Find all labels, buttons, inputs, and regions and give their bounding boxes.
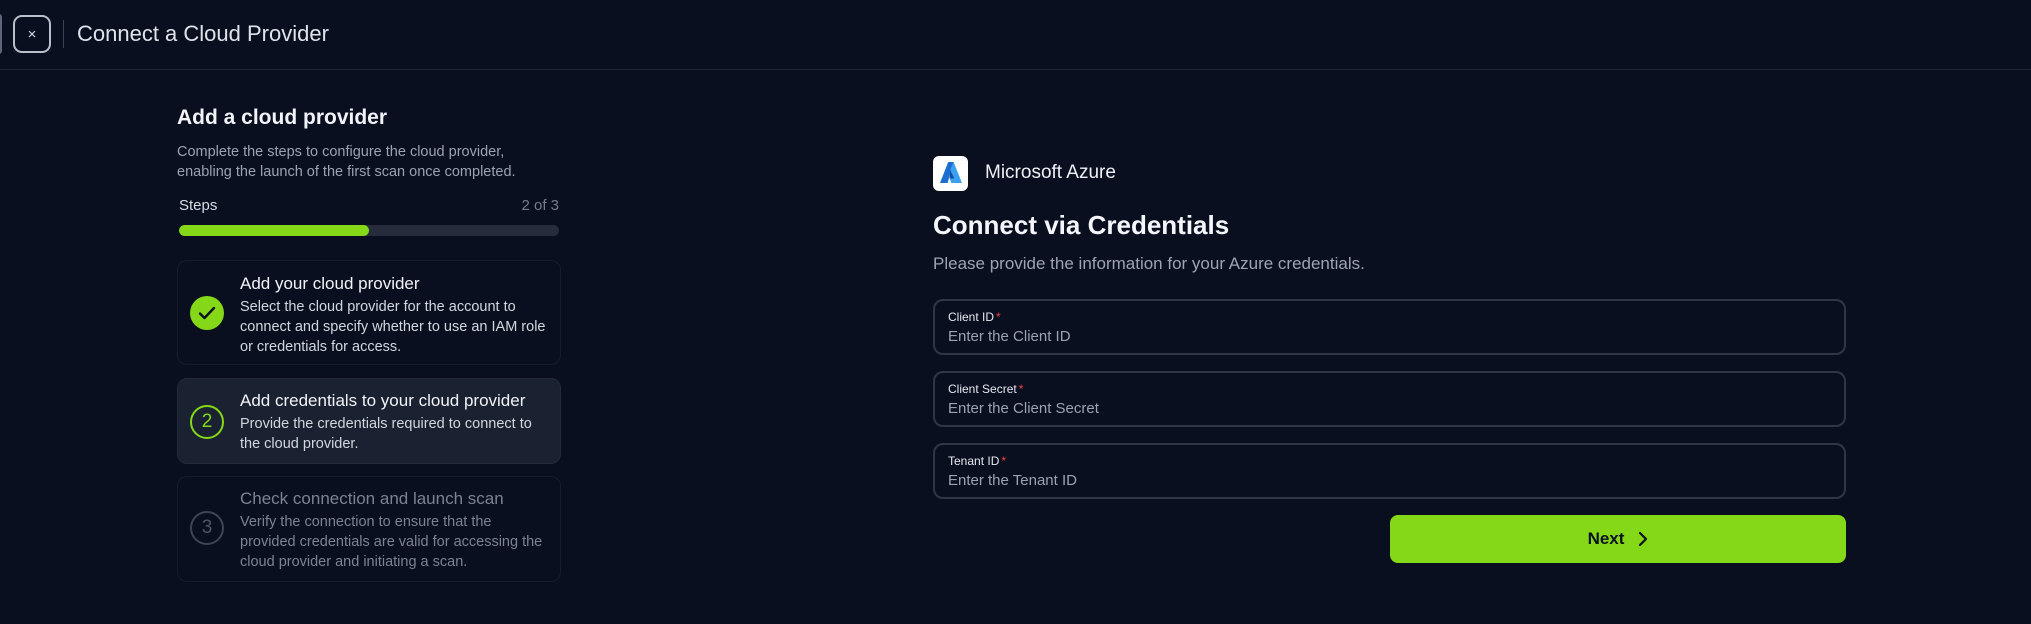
chevron-right-icon: [1638, 531, 1648, 547]
steps-panel-title: Add a cloud provider: [177, 106, 388, 129]
steps-progress-bar: [179, 225, 559, 236]
step-complete-marker: [190, 296, 224, 330]
step-item-check-connection[interactable]: 3 Check connection and launch scan Verif…: [177, 476, 561, 582]
steps-count: 2 of 3: [521, 196, 559, 214]
azure-logo-icon: [939, 162, 962, 183]
step-description: Select the cloud provider for the accoun…: [240, 299, 546, 355]
steps-label: Steps: [179, 196, 218, 214]
close-icon: ×: [27, 25, 37, 43]
step-number-marker: 2: [190, 405, 224, 439]
tenant-id-input[interactable]: [948, 470, 1828, 490]
field-label-text: Tenant ID: [948, 454, 1000, 468]
client-id-field[interactable]: Client ID *: [933, 299, 1846, 355]
next-button-label: Next: [1587, 529, 1625, 548]
step-description: Verify the connection to ensure that the…: [240, 514, 543, 570]
steps-panel: Add a cloud provider Complete the steps …: [177, 104, 561, 582]
field-label-text: Client ID: [948, 310, 995, 324]
description-line: Complete the steps to configure the clou…: [177, 144, 505, 160]
client-secret-input[interactable]: [948, 398, 1828, 418]
form-heading: Connect via Credentials: [933, 210, 1230, 240]
field-label: Client Secret *: [948, 382, 1023, 396]
checkmark-icon: [198, 306, 216, 320]
provider-name: Microsoft Azure: [985, 162, 1116, 183]
provider-header: Microsoft Azure: [933, 155, 1846, 191]
step-item-add-provider[interactable]: Add your cloud provider Select the cloud…: [177, 260, 561, 365]
tenant-id-field[interactable]: Tenant ID *: [933, 443, 1846, 499]
top-bar: × Connect a Cloud Provider: [0, 0, 2031, 70]
step-title: Add credentials to your cloud provider: [240, 391, 526, 410]
description-line: enabling the launch of the first scan on…: [177, 164, 516, 180]
step-number-marker: 3: [190, 511, 224, 545]
field-label-text: Client Secret: [948, 382, 1017, 396]
step-title: Add your cloud provider: [240, 274, 420, 293]
page-title: Connect a Cloud Provider: [77, 21, 329, 46]
azure-logo-icon: [933, 155, 968, 191]
close-button[interactable]: ×: [13, 15, 51, 53]
step-item-add-credentials[interactable]: 2 Add credentials to your cloud provider…: [177, 378, 561, 464]
field-label: Client ID *: [948, 310, 1001, 324]
required-marker: *: [996, 310, 1001, 324]
collapsed-panel-edge[interactable]: [0, 14, 2, 54]
client-id-input[interactable]: [948, 326, 1828, 346]
required-marker: *: [1018, 382, 1024, 396]
credentials-form: Microsoft Azure Connect via Credentials …: [933, 155, 1846, 563]
form-description: Please provide the information for your …: [933, 254, 1365, 273]
header-divider: [63, 20, 64, 48]
steps-header: Steps 2 of 3: [177, 194, 561, 216]
step-description: Provide the credentials required to conn…: [240, 416, 532, 452]
steps-panel-description: Complete the steps to configure the clou…: [177, 142, 561, 182]
next-button[interactable]: Next: [1390, 515, 1846, 563]
client-secret-field[interactable]: Client Secret *: [933, 371, 1846, 427]
step-title: Check connection and launch scan: [240, 489, 504, 508]
required-marker: *: [1001, 454, 1007, 468]
steps-progress-fill: [179, 225, 369, 236]
field-label: Tenant ID *: [948, 454, 1006, 468]
